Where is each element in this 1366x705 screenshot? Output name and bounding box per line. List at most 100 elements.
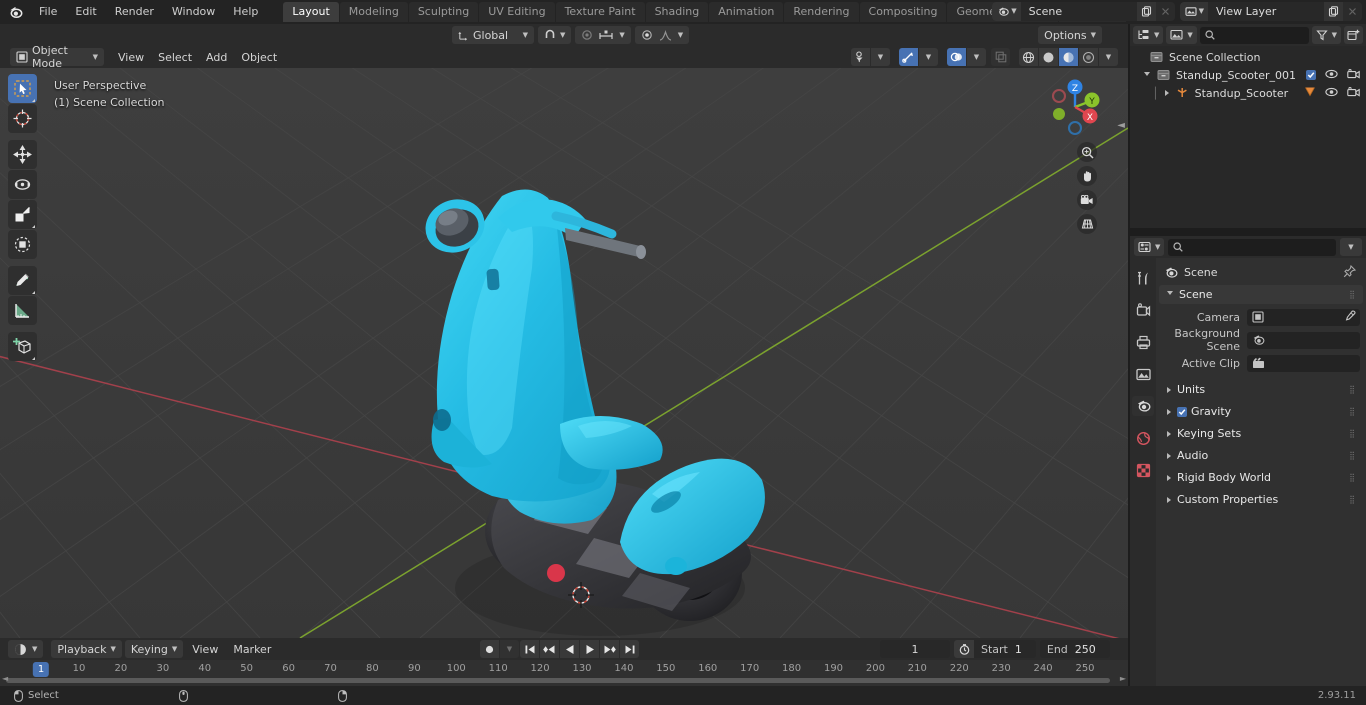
view-layer-name-field[interactable]: View Layer (1208, 2, 1324, 21)
keying-dropdown[interactable]: Keying ▼ (124, 640, 184, 658)
workspace-tab-modeling[interactable]: Modeling (339, 2, 408, 22)
options-dropdown[interactable]: Options ▼ (1038, 26, 1102, 44)
panel-header-keying-sets[interactable]: Keying Sets ⣿ (1159, 424, 1363, 443)
hide-in-viewport-eye-icon[interactable] (1325, 69, 1338, 82)
properties-tab-scene[interactable] (1132, 396, 1154, 416)
scale-tool[interactable] (8, 200, 37, 229)
outliner-filter-dropdown[interactable]: ▼ (1311, 26, 1341, 44)
properties-tab-tool[interactable] (1132, 268, 1154, 288)
overlays-icon[interactable] (947, 48, 966, 66)
jump-to-next-keyframe-button[interactable] (600, 640, 619, 658)
snap-settings-group[interactable]: ▼ (575, 26, 631, 44)
properties-tab-world[interactable] (1132, 428, 1154, 448)
record-keyframes-icon[interactable] (480, 640, 499, 658)
timeline-scroll-left-arrow-icon[interactable]: ◄ (2, 674, 8, 683)
scene-icon[interactable]: ▼ (992, 2, 1021, 21)
viewport-menu-select[interactable]: Select (152, 48, 198, 66)
workspace-tab-sculpting[interactable]: Sculpting (408, 2, 479, 22)
snap-magnet-toggle[interactable]: ▼ (538, 26, 572, 44)
menu-window[interactable]: Window (163, 3, 224, 21)
outliner-search-input[interactable] (1199, 26, 1309, 44)
properties-tab-view-layer[interactable] (1132, 364, 1154, 384)
disclosure-triangle-down-icon[interactable] (1144, 71, 1150, 79)
properties-tab-texture[interactable] (1132, 460, 1154, 480)
viewport-menu-object[interactable]: Object (235, 48, 283, 66)
panel-header-gravity[interactable]: Gravity ⣿ (1159, 402, 1363, 421)
properties-tab-render[interactable] (1132, 300, 1154, 320)
eyedropper-icon[interactable] (1344, 309, 1356, 325)
pin-icon[interactable] (1343, 264, 1357, 281)
start-frame-value[interactable]: 1 (1015, 643, 1036, 656)
shading-dropdown[interactable]: ▼ (1099, 48, 1118, 66)
outliner-row-standup-scooter-001[interactable]: Standup_Scooter_001 (1130, 66, 1366, 84)
workspace-tab-texture-paint[interactable]: Texture Paint (555, 2, 645, 22)
navigation-gizmo[interactable]: Z Y X (1044, 76, 1106, 138)
properties-search-input[interactable] (1168, 238, 1336, 256)
gizmo-dropdown[interactable]: ▼ (919, 48, 938, 66)
menu-help[interactable]: Help (224, 3, 267, 21)
menu-edit[interactable]: Edit (66, 3, 105, 21)
menu-file[interactable]: File (30, 3, 66, 21)
object-types-visibility-group[interactable]: ▼ (851, 48, 890, 66)
tweak-select-tool[interactable] (8, 74, 37, 103)
hide-in-viewport-eye-icon[interactable] (1325, 87, 1338, 100)
annotate-tool[interactable] (8, 266, 37, 295)
menu-render[interactable]: Render (106, 3, 163, 21)
end-frame-group[interactable]: End 250 (1039, 640, 1110, 658)
gravity-checkbox[interactable] (1177, 406, 1187, 417)
workspace-tab-compositing[interactable]: Compositing (859, 2, 947, 22)
properties-editor-type-dropdown[interactable]: ▼ (1134, 238, 1165, 256)
wireframe-shading-icon[interactable] (1019, 48, 1038, 66)
timeline-editor-type-dropdown[interactable]: ▼ (8, 640, 44, 658)
property-field-camera[interactable] (1247, 308, 1360, 326)
panel-header-scene[interactable]: Scene ⣿ (1159, 285, 1363, 304)
rotate-tool[interactable] (8, 170, 37, 199)
transform-orientation-dropdown[interactable]: Global ▼ (452, 26, 534, 44)
mesh-data-icon[interactable] (1304, 86, 1316, 100)
move-tool[interactable] (8, 140, 37, 169)
timeline-horizontal-scrollbar[interactable] (6, 678, 1110, 683)
workspace-tab-layout[interactable]: Layout (283, 2, 339, 22)
end-frame-value[interactable]: 250 (1075, 643, 1110, 656)
disable-in-renders-camera-icon[interactable] (1347, 86, 1360, 100)
new-view-layer-icon[interactable] (1324, 2, 1343, 21)
property-field-background-scene[interactable] (1247, 331, 1360, 349)
property-field-active-clip[interactable] (1247, 354, 1360, 372)
zoom-icon[interactable] (1077, 142, 1097, 162)
rendered-shading-icon[interactable] (1079, 48, 1098, 66)
solid-shading-icon[interactable] (1039, 48, 1058, 66)
overlays-dropdown[interactable]: ▼ (967, 48, 986, 66)
new-scene-icon[interactable] (1136, 2, 1156, 21)
workspace-tab-animation[interactable]: Animation (709, 2, 784, 22)
viewport-menu-view[interactable]: View (112, 48, 150, 66)
timeline-menu-view[interactable]: View (186, 640, 224, 658)
disclosure-triangle-right-icon[interactable] (1164, 90, 1169, 96)
properties-options-dropdown[interactable]: ▼ (1340, 238, 1362, 256)
playback-dropdown[interactable]: Playback ▼ (51, 640, 122, 658)
unlink-view-layer-icon[interactable] (1343, 2, 1362, 21)
overlays-group[interactable]: ▼ (947, 48, 986, 66)
unlink-scene-icon[interactable] (1155, 2, 1175, 21)
outliner-display-mode-dropdown[interactable]: ▼ (1133, 26, 1164, 44)
object-mode-dropdown[interactable]: Object Mode ▼ (10, 44, 104, 70)
toggle-orthographic-icon[interactable] (1077, 214, 1097, 234)
workspace-tab-rendering[interactable]: Rendering (784, 2, 859, 22)
blender-logo-icon[interactable] (0, 0, 30, 24)
timeline-playhead[interactable]: 1 (32, 662, 50, 677)
scene-selector[interactable]: ▼ Scene (992, 2, 1175, 21)
new-collection-icon[interactable] (1344, 26, 1363, 44)
record-keyframes-dropdown[interactable]: ▼ (500, 640, 519, 658)
view-layer-selector[interactable]: ▼ View Layer (1179, 2, 1362, 21)
timeline-menu-marker[interactable]: Marker (227, 640, 277, 658)
jump-to-prev-keyframe-button[interactable] (540, 640, 559, 658)
jump-to-end-button[interactable] (620, 640, 639, 658)
material-preview-shading-icon[interactable] (1059, 48, 1078, 66)
outliner-row-standup-scooter[interactable]: │ Standup_Scooter (1130, 84, 1366, 102)
gizmo-icon[interactable] (899, 48, 918, 66)
measure-tool[interactable] (8, 296, 37, 325)
disable-in-renders-camera-icon[interactable] (1347, 68, 1360, 82)
outliner-filter-id-dropdown[interactable]: ▼ (1166, 26, 1197, 44)
current-frame-field[interactable]: 1 (880, 640, 950, 658)
add-cube-tool[interactable] (8, 332, 37, 361)
preview-range-group[interactable]: Start 1 (954, 640, 1036, 658)
